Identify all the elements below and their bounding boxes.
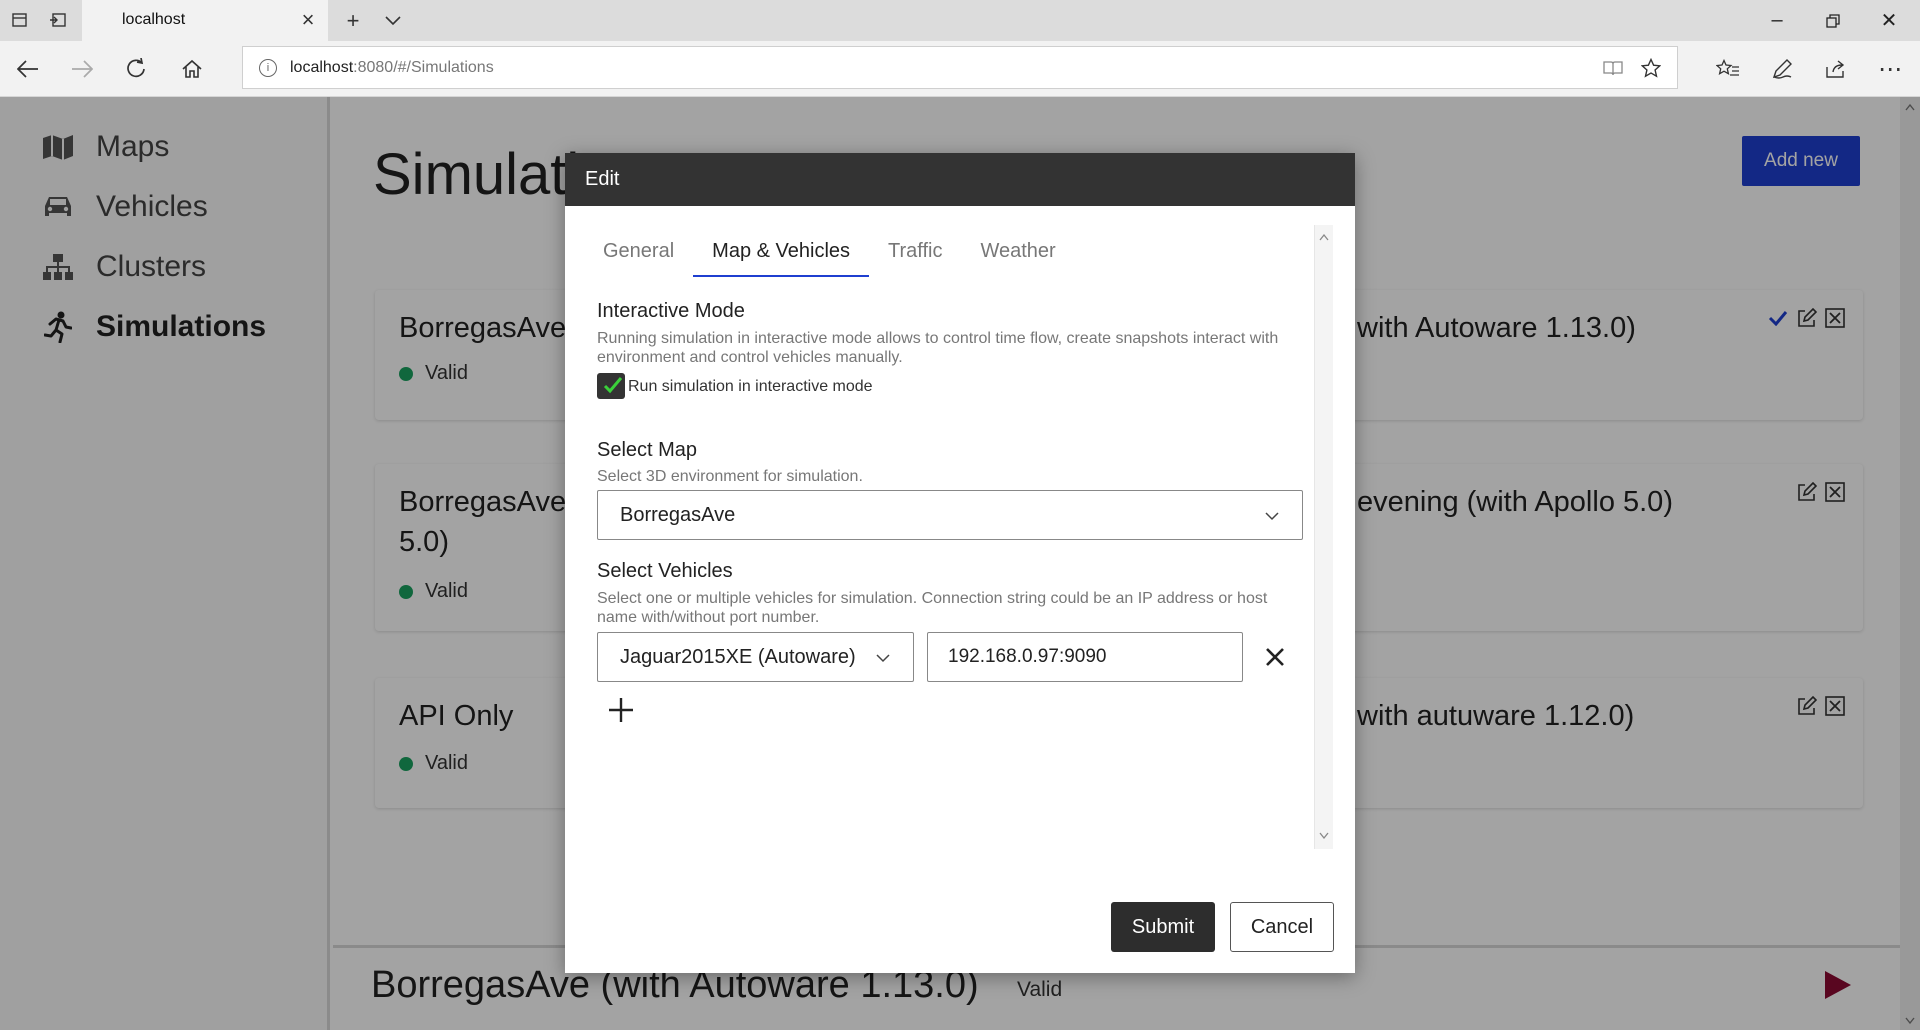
- new-tab-icon[interactable]: +: [338, 6, 368, 36]
- map-select-value: BorregasAve: [620, 504, 736, 526]
- select-map-description: Select 3D environment for simulation.: [597, 468, 863, 485]
- browser-tab[interactable]: localhost ×: [82, 0, 328, 41]
- reading-view-icon[interactable]: [1600, 55, 1626, 81]
- pen-icon[interactable]: [1766, 53, 1798, 85]
- back-icon[interactable]: [12, 53, 44, 85]
- dialog-body: General Map & Vehicles Traffic Weather I…: [565, 206, 1355, 973]
- tab-map-vehicles[interactable]: Map & Vehicles: [693, 225, 869, 277]
- select-vehicles-description: Select one or multiple vehicles for simu…: [597, 590, 1268, 626]
- remove-vehicle-icon[interactable]: [1260, 642, 1290, 672]
- site-info-icon[interactable]: i: [259, 59, 277, 77]
- vehicle-select[interactable]: Jaguar2015XE (Autoware): [597, 632, 914, 682]
- dialog-scrollbar[interactable]: [1314, 225, 1333, 849]
- tab-traffic[interactable]: Traffic: [869, 225, 961, 277]
- map-select[interactable]: BorregasAve: [597, 490, 1303, 540]
- interactive-mode-checkbox-label[interactable]: Run simulation in interactive mode: [628, 378, 873, 396]
- address-text[interactable]: localhost:8080/#/Simulations: [290, 59, 494, 77]
- favorites-icon[interactable]: [1712, 53, 1744, 85]
- select-vehicles-title: Select Vehicles: [597, 560, 733, 582]
- browser-nav-bar: i localhost:8080/#/Simulations ⋯: [0, 41, 1920, 97]
- dialog-header: Edit: [565, 153, 1355, 206]
- edit-dialog: Edit General Map & Vehicles Traffic Weat…: [565, 153, 1355, 973]
- set-tabs-aside-icon[interactable]: [46, 8, 70, 32]
- tab-title: localhost: [122, 11, 186, 28]
- forward-icon[interactable]: [66, 53, 98, 85]
- select-map-title: Select Map: [597, 439, 698, 461]
- vehicle-select-value: Jaguar2015XE (Autoware): [620, 646, 856, 668]
- chevron-down-icon[interactable]: [378, 6, 408, 36]
- refresh-icon[interactable]: [120, 53, 152, 85]
- scroll-down-icon[interactable]: [1318, 829, 1330, 841]
- address-path: :8080/#/Simulations: [353, 59, 494, 76]
- home-icon[interactable]: [176, 53, 208, 85]
- more-icon[interactable]: ⋯: [1874, 53, 1906, 85]
- address-host: localhost: [290, 59, 354, 76]
- submit-button[interactable]: Submit: [1111, 902, 1215, 952]
- share-icon[interactable]: [1820, 53, 1852, 85]
- connection-string-input[interactable]: [927, 632, 1243, 682]
- browser-tab-bar: localhost × + – ✕: [0, 0, 1920, 41]
- favorite-star-icon[interactable]: [1638, 55, 1664, 81]
- chevron-down-icon: [1264, 508, 1280, 524]
- restore-icon[interactable]: [1806, 0, 1860, 41]
- dialog-tabs: General Map & Vehicles Traffic Weather: [596, 225, 1075, 277]
- close-window-icon[interactable]: ✕: [1862, 0, 1916, 41]
- tab-weather[interactable]: Weather: [961, 225, 1074, 277]
- interactive-mode-checkbox[interactable]: [597, 373, 625, 399]
- scroll-up-icon[interactable]: [1318, 231, 1330, 243]
- interactive-mode-description: Running simulation in interactive mode a…: [597, 330, 1279, 366]
- address-bar[interactable]: i localhost:8080/#/Simulations: [242, 46, 1678, 89]
- minimize-icon[interactable]: –: [1750, 0, 1804, 41]
- close-tab-icon[interactable]: ×: [296, 7, 320, 32]
- dialog-title: Edit: [585, 168, 620, 190]
- tab-general[interactable]: General: [596, 225, 693, 277]
- cancel-button[interactable]: Cancel: [1230, 902, 1334, 952]
- interactive-mode-title: Interactive Mode: [597, 300, 745, 322]
- chevron-down-icon: [875, 650, 891, 666]
- tab-manager-icon[interactable]: [8, 8, 32, 32]
- add-vehicle-icon[interactable]: [605, 694, 637, 726]
